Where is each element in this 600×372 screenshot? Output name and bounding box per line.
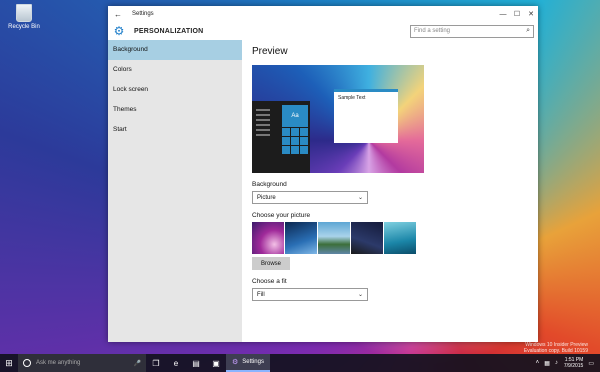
- search-input[interactable]: Find a setting ⌕: [410, 24, 534, 38]
- preview-start-menu: Aa: [252, 101, 310, 173]
- close-icon[interactable]: ✕: [524, 10, 538, 18]
- background-dropdown[interactable]: Picture ⌄: [252, 191, 368, 204]
- minimize-icon[interactable]: —: [496, 11, 510, 18]
- sidebar-item-lock-screen[interactable]: Lock screen: [108, 80, 242, 100]
- title-bar: ← Settings — ☐ ✕: [108, 6, 538, 22]
- background-dropdown-value: Picture: [257, 194, 276, 201]
- volume-icon[interactable]: ♪: [555, 360, 558, 366]
- choose-fit-label: Choose a fit: [252, 278, 287, 285]
- background-label: Background: [252, 181, 287, 188]
- taskbar-search-box[interactable]: Ask me anything 🎤: [18, 354, 146, 372]
- notification-center-icon[interactable]: ▭: [588, 360, 594, 367]
- system-tray: ˄ ▦ ♪ 1:51 PM 7/9/2015 ▭: [536, 357, 600, 369]
- sidebar-nav: Background Colors Lock screen Themes Sta…: [108, 40, 242, 342]
- gear-icon: ⚙: [232, 359, 239, 366]
- background-preview: Aa Sample Text: [252, 65, 424, 173]
- fit-dropdown-value: Fill: [257, 291, 265, 298]
- picture-thumbnails: [252, 222, 530, 254]
- settings-window: ← Settings — ☐ ✕ ⚙ PERSONALIZATION Find …: [108, 6, 538, 342]
- chevron-down-icon: ⌄: [357, 195, 363, 201]
- preview-sample-text: Sample Text: [338, 95, 366, 101]
- settings-header: ⚙ PERSONALIZATION Find a setting ⌕: [108, 22, 538, 40]
- choose-picture-label: Choose your picture: [252, 212, 311, 219]
- network-icon[interactable]: ▦: [544, 360, 550, 367]
- preview-tile: Aa: [282, 105, 308, 127]
- recycle-bin-label: Recycle Bin: [8, 24, 40, 30]
- picture-thumbnail[interactable]: [351, 222, 383, 254]
- file-explorer-icon[interactable]: ▤: [186, 359, 206, 368]
- sidebar-item-themes[interactable]: Themes: [108, 100, 242, 120]
- maximize-icon[interactable]: ☐: [510, 10, 524, 18]
- browse-button[interactable]: Browse: [252, 257, 290, 270]
- main-content: Preview Aa Sample Text Background Pictur…: [252, 46, 530, 342]
- sidebar-item-background[interactable]: Background: [108, 40, 242, 60]
- preview-heading: Preview: [252, 46, 288, 57]
- desktop-watermark: Windows 10 Insider Preview Evaluation co…: [524, 342, 588, 354]
- taskbar-search-placeholder: Ask me anything: [36, 360, 81, 366]
- chevron-up-icon[interactable]: ˄: [536, 360, 540, 366]
- taskbar-app-label: Settings: [242, 359, 264, 365]
- microphone-icon[interactable]: 🎤: [134, 360, 141, 367]
- cortana-icon: [23, 359, 31, 367]
- window-title: Settings: [132, 11, 154, 17]
- preview-sample-window: Sample Text: [334, 89, 398, 143]
- sidebar-item-start[interactable]: Start: [108, 120, 242, 140]
- fit-dropdown[interactable]: Fill ⌄: [252, 288, 368, 301]
- taskbar: ⊞ Ask me anything 🎤 ❐ e ▤ ▣ ⚙ Settings ˄…: [0, 354, 600, 372]
- search-icon[interactable]: ⌕: [526, 27, 530, 35]
- windows-start-icon[interactable]: ⊞: [0, 358, 18, 369]
- recycle-bin[interactable]: Recycle Bin: [4, 4, 44, 30]
- clock-date: 7/9/2015: [563, 363, 584, 369]
- edge-browser-icon[interactable]: e: [166, 359, 186, 368]
- task-view-icon[interactable]: ❐: [146, 359, 166, 368]
- back-arrow-icon[interactable]: ←: [114, 10, 126, 19]
- taskbar-settings-app[interactable]: ⚙ Settings: [226, 354, 270, 372]
- picture-thumbnail[interactable]: [285, 222, 317, 254]
- store-icon[interactable]: ▣: [206, 359, 226, 368]
- recycle-bin-icon: [16, 4, 32, 22]
- search-placeholder: Find a setting: [414, 28, 451, 34]
- clock[interactable]: 1:51 PM 7/9/2015: [564, 357, 583, 369]
- picture-thumbnail[interactable]: [252, 222, 284, 254]
- picture-thumbnail[interactable]: [384, 222, 416, 254]
- gear-icon: ⚙: [113, 24, 125, 38]
- chevron-down-icon: ⌄: [357, 292, 363, 298]
- page-title: PERSONALIZATION: [134, 27, 204, 35]
- picture-thumbnail[interactable]: [318, 222, 350, 254]
- sidebar-item-colors[interactable]: Colors: [108, 60, 242, 80]
